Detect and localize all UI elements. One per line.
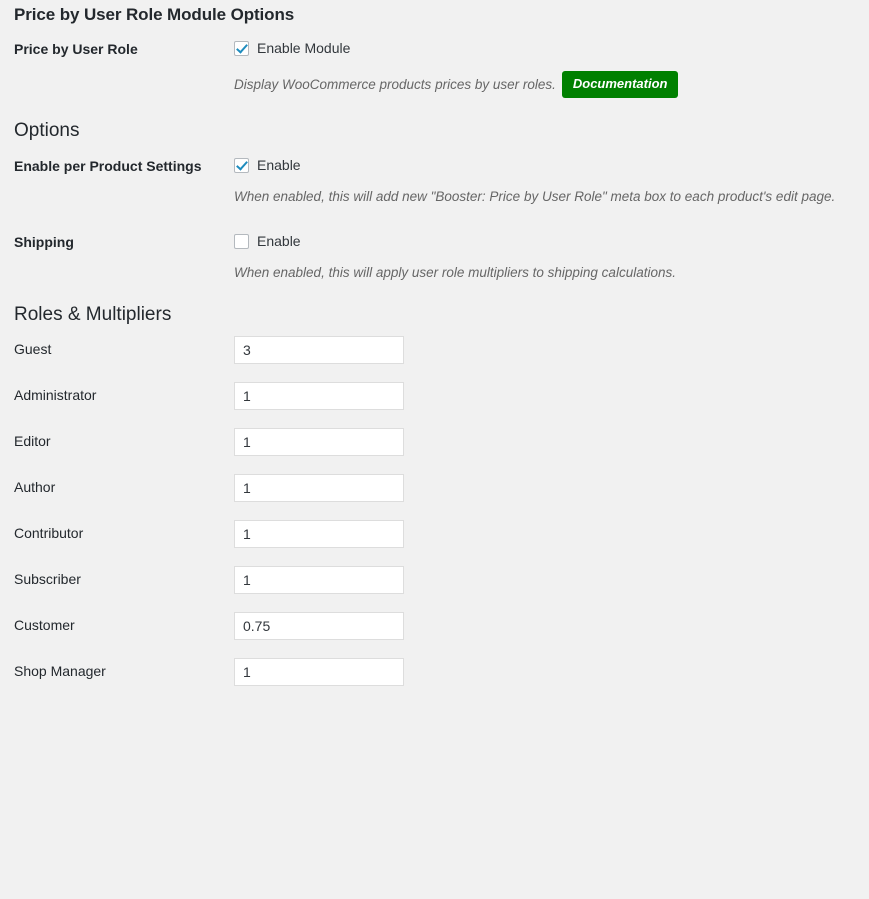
enable-module-checkbox[interactable] <box>234 40 249 56</box>
module-description: Display WooCommerce products prices by u… <box>234 76 556 92</box>
role-label-administrator: Administrator <box>14 387 97 403</box>
page-title: Price by User Role Module Options <box>14 5 295 24</box>
multiplier-input-administrator[interactable] <box>234 382 404 410</box>
enable-per-product-row[interactable]: Enable <box>234 156 859 174</box>
documentation-button[interactable]: Documentation <box>561 71 679 98</box>
table-row: Contributor <box>0 511 869 557</box>
role-label-subscriber: Subscriber <box>14 571 81 587</box>
table-row: Subscriber <box>0 557 869 603</box>
role-value-cell <box>234 511 869 557</box>
shipping-label: Shipping <box>14 234 74 250</box>
shipping-enable-row[interactable]: Enable <box>234 232 859 250</box>
multiplier-input-author[interactable] <box>234 474 404 502</box>
roles-multipliers-table: Guest Administrator Editor Author <box>0 327 869 695</box>
table-row: Guest <box>0 327 869 373</box>
role-label-contributor: Contributor <box>14 525 84 541</box>
shipping-enable-checkbox[interactable] <box>234 233 249 249</box>
shipping-description-row: When enabled, this will apply user role … <box>234 264 859 282</box>
role-value-cell <box>234 557 869 603</box>
enable-per-product-label: Enable per Product Settings <box>14 158 202 174</box>
options-table: Enable per Product Settings Enable When … <box>0 143 869 295</box>
multiplier-input-shop-manager[interactable] <box>234 658 404 686</box>
table-row: Shop Manager <box>0 649 869 695</box>
table-row: Shipping Enable When enabled, this will … <box>0 219 869 295</box>
multiplier-input-editor[interactable] <box>234 428 404 456</box>
options-heading: Options <box>14 120 80 141</box>
table-row: Price by User Role Enable Module Display… <box>0 26 869 111</box>
enable-per-product-description-row: When enabled, this will add new "Booster… <box>234 188 859 206</box>
multiplier-input-subscriber[interactable] <box>234 566 404 594</box>
multiplier-input-contributor[interactable] <box>234 520 404 548</box>
enable-module-row[interactable]: Enable Module <box>234 39 859 57</box>
enable-per-product-checkbox[interactable] <box>234 157 249 173</box>
module-description-row: Display WooCommerce products prices by u… <box>234 71 859 98</box>
role-label-editor: Editor <box>14 433 51 449</box>
shipping-description: When enabled, this will apply user role … <box>234 265 676 280</box>
table-row: Enable per Product Settings Enable When … <box>0 143 869 219</box>
role-value-cell <box>234 465 869 511</box>
table-row: Customer <box>0 603 869 649</box>
role-value-cell <box>234 419 869 465</box>
enable-per-product-cell: Enable When enabled, this will add new "… <box>234 143 869 219</box>
role-value-cell <box>234 649 869 695</box>
shipping-enable-label[interactable]: Enable <box>257 233 301 249</box>
role-label-shop-manager: Shop Manager <box>14 663 106 679</box>
role-value-cell <box>234 327 869 373</box>
module-field-cell: Enable Module Display WooCommerce produc… <box>234 26 869 111</box>
enable-per-product-description: When enabled, this will add new "Booster… <box>234 189 836 204</box>
table-row: Editor <box>0 419 869 465</box>
role-label-author: Author <box>14 479 56 495</box>
role-value-cell <box>234 603 869 649</box>
role-label-guest: Guest <box>14 341 52 357</box>
module-label: Price by User Role <box>14 41 138 57</box>
role-label-customer: Customer <box>14 617 75 633</box>
module-settings-table: Price by User Role Enable Module Display… <box>0 26 869 111</box>
multiplier-input-customer[interactable] <box>234 612 404 640</box>
table-row: Administrator <box>0 373 869 419</box>
enable-module-label[interactable]: Enable Module <box>257 40 350 56</box>
shipping-cell: Enable When enabled, this will apply use… <box>234 219 869 295</box>
table-row: Author <box>0 465 869 511</box>
multiplier-input-guest[interactable] <box>234 336 404 364</box>
roles-heading: Roles & Multipliers <box>14 304 172 325</box>
role-value-cell <box>234 373 869 419</box>
settings-page: Price by User Role Module Options Price … <box>0 0 869 899</box>
enable-per-product-checkbox-label[interactable]: Enable <box>257 157 301 173</box>
